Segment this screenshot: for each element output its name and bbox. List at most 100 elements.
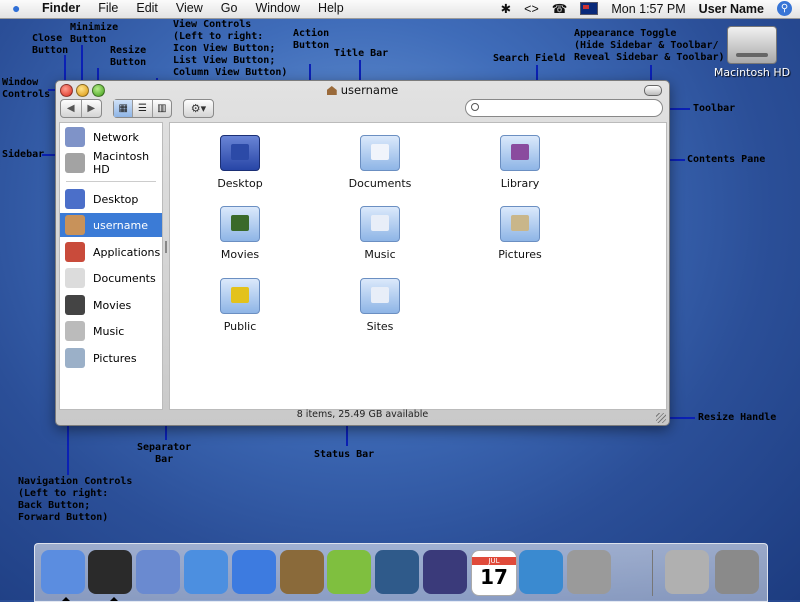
macintosh-hd-icon <box>65 153 85 173</box>
column-view-button[interactable]: ▥ <box>151 100 171 117</box>
iphoto-icon[interactable] <box>375 550 419 594</box>
search-field[interactable] <box>465 99 663 117</box>
sidebar-item-username[interactable]: username <box>60 213 162 237</box>
documents-emblem-icon <box>371 144 389 160</box>
forward-arrow-icon: ▶ <box>87 103 96 114</box>
back-button[interactable]: ◀ <box>61 100 82 117</box>
sidebar-item-movies[interactable]: Movies <box>60 293 162 317</box>
sites-folder-icon <box>360 278 400 314</box>
forward-button[interactable]: ▶ <box>82 100 102 117</box>
search-icon <box>471 103 479 111</box>
sidebar-item-label: Documents <box>93 271 156 285</box>
desktop-folder-icon <box>220 135 260 171</box>
username-icon <box>65 215 85 235</box>
safari-icon[interactable] <box>184 550 228 594</box>
folder-label: Desktop <box>217 177 263 190</box>
window-title: username <box>56 83 669 97</box>
library-emblem-icon <box>511 144 529 160</box>
folder-label: Movies <box>220 248 260 261</box>
action-button[interactable]: ⚙▾ <box>183 99 214 118</box>
imovie-icon[interactable] <box>423 550 467 594</box>
pictures-emblem-icon <box>511 215 529 231</box>
mail-icon[interactable] <box>136 550 180 594</box>
sidebar-item-music[interactable]: Music <box>60 319 162 343</box>
sidebar: Network Macintosh HD Desktop username Applic… <box>59 122 163 410</box>
sidebar-item-desktop[interactable]: Desktop <box>60 187 162 211</box>
itunes-icon[interactable] <box>327 550 371 594</box>
sidebar-item-label: Music <box>93 324 125 338</box>
sidebar-item-pictures[interactable]: Pictures <box>60 346 162 370</box>
sidebar-item-macintosh-hd[interactable]: Macintosh HD <box>60 150 162 176</box>
sidebar-item-label: Pictures <box>93 351 137 365</box>
annotation-sidebar: Sidebar <box>2 149 45 160</box>
trash-icon[interactable] <box>715 550 759 594</box>
system-preferences-icon[interactable] <box>567 550 611 594</box>
dock: JUL 17 <box>34 543 768 602</box>
back-arrow-icon: ◀ <box>66 103 75 114</box>
pictures-icon <box>65 348 85 368</box>
dock-separator <box>652 550 653 596</box>
address-book-icon[interactable] <box>280 550 324 594</box>
list-view-button[interactable]: ☰ <box>132 100 151 117</box>
network-utility-icon[interactable] <box>665 550 709 594</box>
annotation-status-bar: Status Bar <box>314 449 375 460</box>
folder-label: Public <box>223 320 257 333</box>
annotation-action: Action Button <box>293 28 330 51</box>
quicktime-icon[interactable] <box>519 550 563 594</box>
status-bar: 8 items, 25.49 GB available <box>296 409 429 420</box>
ichat-icon[interactable] <box>232 550 276 594</box>
folder-desktop[interactable]: Desktop <box>185 135 295 190</box>
sidebar-item-label: username <box>93 218 148 232</box>
folder-music[interactable]: Music <box>325 206 435 261</box>
documents-folder-icon <box>360 135 400 171</box>
applications-icon <box>65 242 85 262</box>
pictures-folder-icon <box>500 206 540 242</box>
title-bar[interactable]: username <box>56 81 669 99</box>
folder-label: Pictures <box>498 248 542 261</box>
list-lines-icon: ☰ <box>138 103 147 114</box>
folder-label: Sites <box>366 320 394 333</box>
documents-icon <box>65 268 85 288</box>
navigation-controls: ◀ ▶ <box>60 99 102 118</box>
search-input[interactable] <box>482 101 656 115</box>
sidebar-item-network[interactable]: Network <box>60 125 162 149</box>
dashboard-icon[interactable] <box>88 550 132 594</box>
annotation-appearance: Appearance Toggle (Hide Sidebar & Toolba… <box>574 28 725 63</box>
resize-handle[interactable] <box>656 413 666 423</box>
dock-running-indicator <box>110 597 118 601</box>
sidebar-item-documents[interactable]: Documents <box>60 266 162 290</box>
separator-bar[interactable] <box>164 241 168 253</box>
movies-emblem-icon <box>231 215 249 231</box>
desktop-icon <box>65 189 85 209</box>
finder-icon[interactable] <box>41 550 85 594</box>
annotation-close: Close Button <box>32 33 69 56</box>
icon-grid-icon: ▦ <box>118 103 128 114</box>
folder-library[interactable]: Library <box>465 135 575 190</box>
annotation-resize: Resize Button <box>110 45 147 68</box>
icon-view-button[interactable]: ▦ <box>114 100 133 117</box>
sites-emblem-icon <box>371 287 389 303</box>
sidebar-item-applications[interactable]: Applications <box>60 240 162 264</box>
sidebar-item-label: Desktop <box>93 192 139 206</box>
toolbar-toggle-button[interactable] <box>644 85 662 96</box>
folder-label: Documents <box>348 177 412 190</box>
folder-sites[interactable]: Sites <box>325 278 435 333</box>
movies-folder-icon <box>220 206 260 242</box>
gear-icon: ⚙▾ <box>190 102 207 115</box>
sidebar-item-label: Network <box>93 130 139 144</box>
network-icon <box>65 127 85 147</box>
ical-icon[interactable]: JUL 17 <box>471 550 517 596</box>
annotation-navigation: Navigation Controls (Left to right: Back… <box>18 476 133 523</box>
contents-pane: Desktop Documents Library Movies Music Pictur… <box>169 122 667 410</box>
folder-pictures[interactable]: Pictures <box>465 206 575 261</box>
toolbar: ◀ ▶ ▦ ☰ ▥ ⚙▾ <box>56 99 669 119</box>
sidebar-item-label: Movies <box>93 298 132 312</box>
movies-icon <box>65 295 85 315</box>
finder-window: username ◀ ▶ ▦ ☰ ▥ ⚙▾ Network Macintosh H… <box>55 80 670 426</box>
public-emblem-icon <box>231 287 249 303</box>
folder-movies[interactable]: Movies <box>185 206 295 261</box>
folder-documents[interactable]: Documents <box>325 135 435 190</box>
folder-public[interactable]: Public <box>185 278 295 333</box>
annotation-toolbar: Toolbar <box>693 103 736 114</box>
annotation-contents: Contents Pane <box>687 154 766 165</box>
